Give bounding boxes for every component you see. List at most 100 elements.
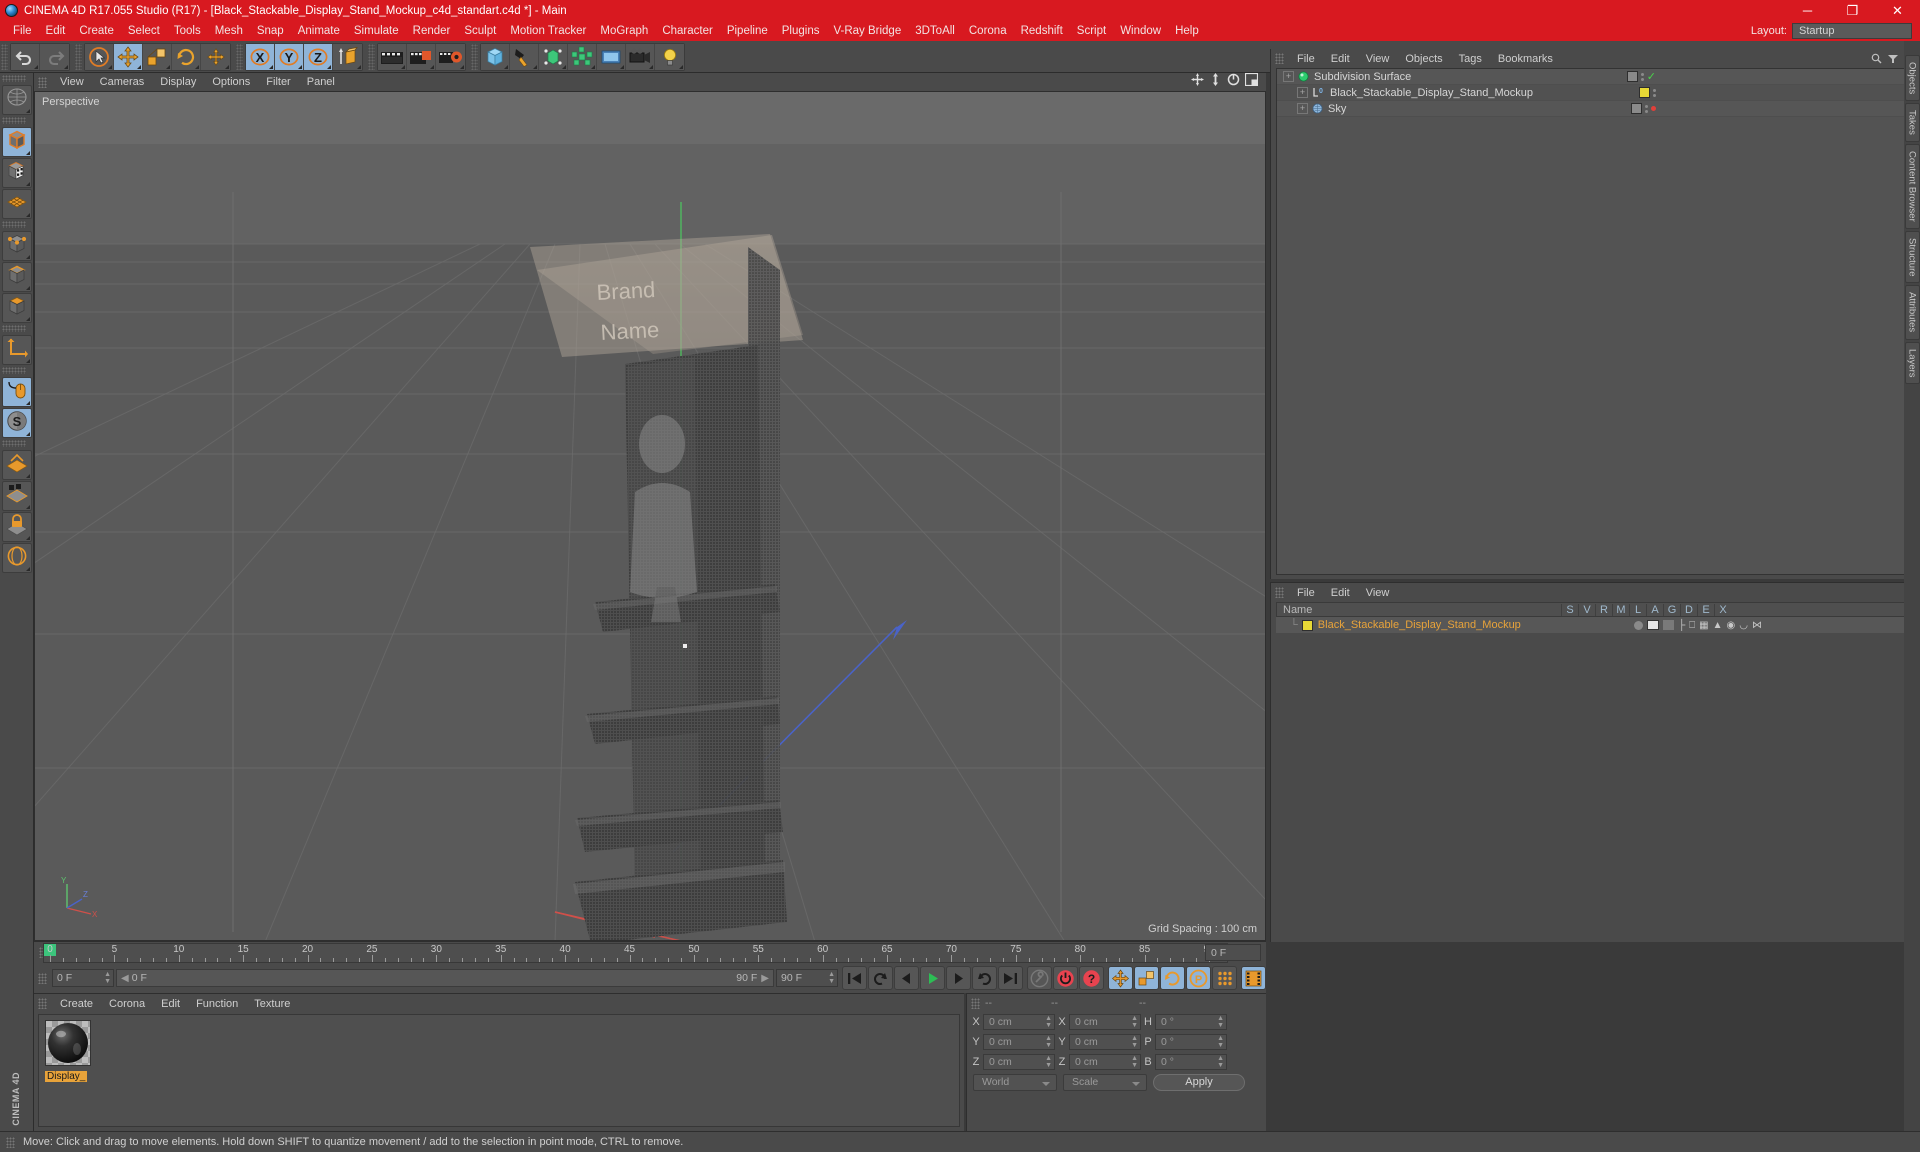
menu-item-mograph[interactable]: MoGraph: [593, 23, 655, 39]
playback-grip[interactable]: [38, 972, 47, 984]
material-manager-grip[interactable]: [38, 998, 47, 1009]
layer-row[interactable]: └ Black_Stackable_Display_Stand_Mockup ├…: [1276, 617, 1917, 633]
render-to-picture-viewer-button[interactable]: [407, 43, 436, 70]
viewport-menu-filter[interactable]: Filter: [258, 75, 298, 89]
material-item[interactable]: Display_: [45, 1020, 93, 1084]
add-camera-button[interactable]: [626, 43, 655, 70]
lock-z-axis-button[interactable]: Z: [304, 43, 333, 70]
object-dots-icon[interactable]: [1640, 72, 1644, 81]
layermgr-menu-file[interactable]: File: [1289, 586, 1323, 600]
object-tag-swatch[interactable]: [1631, 103, 1642, 114]
move-tool-button[interactable]: [114, 43, 143, 70]
preview-start-field[interactable]: 0 F ▲ ▼: [52, 969, 114, 987]
polygon-mode-button[interactable]: [1, 293, 32, 323]
snap-mode-button[interactable]: S: [1, 408, 32, 438]
matmgr-menu-edit[interactable]: Edit: [153, 997, 188, 1011]
object-dots-icon[interactable]: [1653, 88, 1656, 97]
left-toolbar-grip[interactable]: [1, 221, 26, 228]
menu-item-help[interactable]: Help: [1168, 23, 1206, 39]
workplane-orient-button[interactable]: [1, 543, 32, 573]
lock-x-axis-button[interactable]: X: [246, 43, 275, 70]
menu-item-corona[interactable]: Corona: [962, 23, 1014, 39]
preview-range-right-arrow[interactable]: ▶: [757, 973, 773, 984]
layer-manager-grip[interactable]: [1275, 587, 1284, 598]
layer-flag-icons[interactable]: ├ ⎕ ▦ ▲ ◉ ◡ ⋈: [1634, 620, 1917, 631]
object-tag-area[interactable]: ✓: [1626, 70, 1656, 83]
object-row[interactable]: + Sky: [1277, 101, 1916, 117]
toolbar-grip-primitives[interactable]: [471, 43, 478, 70]
live-selection-button[interactable]: [1, 85, 32, 115]
go-to-end-button[interactable]: [998, 966, 1023, 990]
object-row[interactable]: +0 Black_Stackable_Display_Stand_Mockup: [1277, 85, 1916, 101]
edge-mode-button[interactable]: [1, 262, 32, 292]
menu-item-tools[interactable]: Tools: [167, 23, 208, 39]
position-input[interactable]: 0 cm ▲ ▼: [983, 1034, 1055, 1050]
objmgr-menu-file[interactable]: File: [1289, 52, 1323, 66]
dock-tab-layers[interactable]: Layers: [1904, 341, 1920, 385]
layer-column-s[interactable]: S: [1561, 603, 1578, 616]
menu-item-select[interactable]: Select: [121, 23, 167, 39]
position-input[interactable]: 0 cm ▲ ▼: [983, 1054, 1055, 1070]
left-toolbar-grip[interactable]: [1, 440, 26, 447]
menu-item-motion-tracker[interactable]: Motion Tracker: [503, 23, 593, 39]
disable-dot-icon[interactable]: [1651, 106, 1656, 111]
lock-workplane-button[interactable]: [1, 512, 32, 542]
record-active-objects-button[interactable]: [1053, 966, 1078, 990]
object-row[interactable]: + Subdivision Surface ✓: [1277, 69, 1916, 85]
perspective-viewport[interactable]: Brand Name Perspective Grid Spacing: 10…: [34, 91, 1266, 941]
timeline-ruler[interactable]: 051015202530354045505560657075808590: [43, 943, 1228, 963]
layout-select[interactable]: Startup: [1792, 23, 1912, 39]
material-list[interactable]: Display_: [38, 1014, 960, 1127]
matmgr-menu-texture[interactable]: Texture: [246, 997, 298, 1011]
dock-tab-takes[interactable]: Takes: [1904, 103, 1920, 143]
close-button[interactable]: ✕: [1875, 0, 1920, 21]
undo-button[interactable]: [11, 43, 40, 70]
viewport-rotate-icon[interactable]: [1227, 73, 1240, 91]
play-button[interactable]: [920, 966, 945, 990]
object-tree[interactable]: + Subdivision Surface ✓ +0 Black_Stackable_D…: [1276, 68, 1917, 575]
viewport-menu-display[interactable]: Display: [152, 75, 204, 89]
polygon-grid-mode-button[interactable]: [1, 189, 32, 219]
scale-tool-button[interactable]: [143, 43, 172, 70]
object-tag-swatch[interactable]: [1639, 87, 1650, 98]
key-parameter-button[interactable]: P: [1186, 966, 1211, 990]
autokeying-button[interactable]: ?: [1079, 966, 1104, 990]
model-mode-button[interactable]: [1, 127, 32, 157]
enable-mouse-button[interactable]: [1, 377, 32, 407]
position-input[interactable]: 0 cm ▲ ▼: [983, 1014, 1055, 1030]
go-to-start-button[interactable]: [842, 966, 867, 990]
render-settings-button[interactable]: [436, 43, 465, 70]
texture-mode-button[interactable]: [1, 158, 32, 188]
object-tag-swatch[interactable]: [1626, 71, 1638, 82]
viewport-maximize-icon[interactable]: [1244, 72, 1259, 91]
open-timeline-button[interactable]: [1241, 966, 1266, 990]
layer-column-a[interactable]: A: [1646, 603, 1663, 616]
search-icon[interactable]: [1871, 53, 1882, 64]
expand-toggle-icon[interactable]: +: [1283, 71, 1294, 82]
menu-item-simulate[interactable]: Simulate: [347, 23, 406, 39]
render-view-button[interactable]: [378, 43, 407, 70]
next-keyframe-button[interactable]: [972, 966, 997, 990]
add-array-button[interactable]: [568, 43, 597, 70]
menu-item-create[interactable]: Create: [72, 23, 121, 39]
menu-item-mesh[interactable]: Mesh: [208, 23, 250, 39]
layer-column-m[interactable]: M: [1612, 603, 1629, 616]
size-input[interactable]: 0 cm ▲ ▼: [1069, 1034, 1141, 1050]
object-tag-area[interactable]: [1631, 103, 1656, 114]
redo-button[interactable]: [40, 43, 69, 70]
select-cursor-button[interactable]: [85, 43, 114, 70]
maximize-button[interactable]: ❐: [1830, 0, 1875, 21]
left-toolbar-grip[interactable]: [1, 75, 26, 82]
viewport-menu-cameras[interactable]: Cameras: [92, 75, 153, 89]
menu-item-snap[interactable]: Snap: [250, 23, 291, 39]
menu-item-script[interactable]: Script: [1070, 23, 1113, 39]
viewport-menu-options[interactable]: Options: [204, 75, 258, 89]
left-toolbar-grip[interactable]: [1, 325, 26, 332]
rotation-input[interactable]: 0 ° ▲ ▼: [1155, 1014, 1227, 1030]
expand-toggle-icon[interactable]: +: [1297, 87, 1308, 98]
viewport-panel-grip[interactable]: [38, 76, 47, 88]
point-mode-button[interactable]: [1, 231, 32, 261]
menu-item-character[interactable]: Character: [655, 23, 720, 39]
preview-range-left-arrow[interactable]: ◀: [117, 973, 129, 984]
objmgr-menu-view[interactable]: View: [1358, 52, 1398, 66]
